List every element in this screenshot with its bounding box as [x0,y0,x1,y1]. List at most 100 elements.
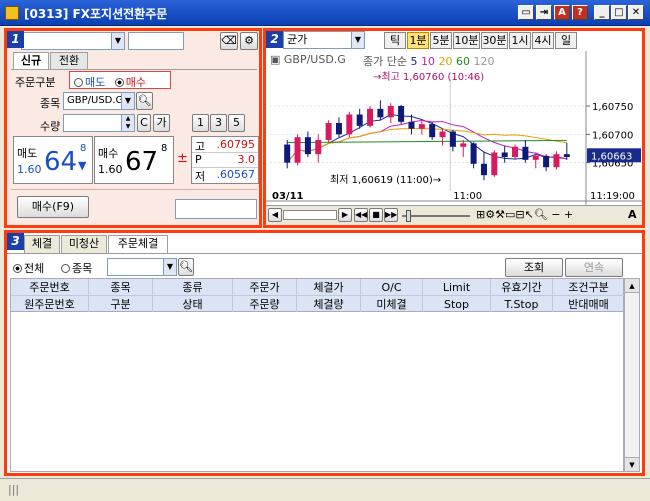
eraser-icon[interactable]: ⌫ [220,32,238,50]
qty-preset-5[interactable]: 5 [228,114,245,132]
tab-order-fills[interactable]: 주문체결 [108,235,168,253]
grid-header-cell[interactable]: 체결가 [297,279,361,296]
grid-header-cell[interactable]: 주문가 [233,279,297,296]
order-grid-body[interactable] [10,312,624,472]
order-message-field[interactable] [175,199,257,219]
zoom-slider-thumb[interactable] [406,210,411,222]
status-bar: ||| [0,478,650,501]
qty-stepper[interactable]: ▲ ▼ [121,115,134,131]
candle-body [470,143,477,164]
price-type-select[interactable]: 균가 ▼ [283,31,365,49]
qty-preset-3[interactable]: 3 [210,114,227,132]
filter-symbol-select[interactable]: ▼ [107,258,177,276]
link-window-button[interactable]: ▭ [518,5,534,20]
y-tick-label: 1,60750 [592,102,633,113]
minimize-button[interactable]: _ [594,5,610,20]
buy-quote-box[interactable]: 매수 1.60 67 8 [94,136,174,184]
grid-header-cell[interactable]: Stop [423,296,491,313]
symbol-search-icon[interactable]: 🔍︎ [136,92,153,110]
title-bar: [0313] FX포지션전환주문 ▭ ⇥ A ? _ □ ✕ [0,0,650,26]
grid-header-cell[interactable]: 반대매매 [553,296,625,313]
high-value: .60795 [216,138,256,151]
period-30min-button[interactable]: 30분 [481,32,508,49]
scroll-down-icon[interactable]: ▼ [625,457,639,471]
current-price-label: 1,60663 [591,151,632,162]
period-4h-button[interactable]: 4시 [532,32,554,49]
rewind-icon[interactable]: ◀◀ [354,208,368,222]
filter-all-radio[interactable]: 전체 [13,260,44,276]
tab-new[interactable]: 신규 [13,52,49,70]
tab-open-positions[interactable]: 미청산 [61,235,107,253]
x-tick-label: 11:19:00 [590,191,635,202]
forward-icon[interactable]: ▶▶ [384,208,398,222]
buy-order-button[interactable]: 매수(F9) [17,196,89,218]
period-tick-button[interactable]: 틱 [384,32,406,49]
chart-scrollbar[interactable] [283,210,337,220]
grid-header-cell[interactable]: 조건구분 [553,279,625,296]
chevron-down-icon[interactable]: ▼ [121,93,134,109]
price-button[interactable]: 가 [153,114,170,132]
period-day-button[interactable]: 일 [555,32,577,49]
grid-header-cell[interactable]: Limit [423,279,491,296]
symbol-label: 종목 [40,97,61,110]
account-name-field[interactable] [128,32,184,50]
chevron-down-icon[interactable]: ▼ [163,259,176,275]
grid-header-cell[interactable]: 원주문번호 [11,296,89,313]
close-button[interactable]: ✕ [628,5,644,20]
scroll-up-icon[interactable]: ▲ [625,279,639,293]
legend-ma-5: 5 [410,55,418,68]
settings-gear-icon[interactable]: ⚙ [240,32,258,50]
grid-header-cell[interactable]: 유효기간 [491,279,553,296]
period-10min-button[interactable]: 10분 [453,32,480,49]
sell-quote-big: 64 [44,147,78,177]
grid-header-cell[interactable]: 주문번호 [11,279,89,296]
grid-header-cell[interactable]: 종목 [89,279,153,296]
tab-divider [7,253,642,254]
chart-tool-icons[interactable]: ⊞⚙⚒▭⊟↖🔍︎ − + [476,208,573,221]
grid-header-cell[interactable]: 주문량 [233,296,297,313]
grid-header-cell[interactable]: 종류 [153,279,233,296]
tab-filled[interactable]: 체결 [24,235,60,253]
clear-qty-button[interactable]: C [137,114,151,132]
qty-input[interactable]: ▲ ▼ [63,114,135,132]
grid-header-cell[interactable]: 미체결 [361,296,423,313]
help-button[interactable]: ? [572,5,588,20]
continue-button[interactable]: 연속 [565,258,623,277]
stop-icon[interactable]: ■ [369,208,383,222]
sell-radio[interactable]: 매도 [74,76,105,89]
period-1h-button[interactable]: 1시 [509,32,531,49]
tab-divider [11,69,257,70]
filter-symbol-radio[interactable]: 종목 [61,260,92,276]
buy-radio[interactable]: 매수 [114,76,146,89]
account-select[interactable]: ▼ [21,32,125,50]
chevron-down-icon[interactable]: ▼ [351,32,364,48]
scroll-right-icon[interactable]: ▶ [338,208,352,222]
qty-preset-1[interactable]: 1 [192,114,209,132]
candle-body [387,106,394,118]
query-button[interactable]: 조회 [505,258,563,277]
order-divider [11,189,257,190]
grid-header-cell[interactable]: 구분 [89,296,153,313]
candle-body [284,144,291,163]
text-tool-icon[interactable]: A [628,208,637,221]
panel-number-3: 3 [7,233,24,250]
grid-header-cell[interactable]: 체결량 [297,296,361,313]
order-entry-panel: 1 ▼ ⌫ ⚙ 신규 전환 주문구분 매도 매수 종목 GBP/USD.G ▼ … [4,28,262,228]
grid-header-cell[interactable]: T.Stop [491,296,553,313]
symbol-select[interactable]: GBP/USD.G ▼ [63,92,135,110]
sell-quote-box[interactable]: 매도 1.60 64 8 ▼ [13,136,93,184]
filter-search-icon[interactable]: 🔍︎ [178,258,194,276]
chevron-down-icon[interactable]: ▼ [111,33,124,49]
candle-body [512,146,519,157]
zoom-slider[interactable] [402,215,470,217]
pin-button[interactable]: ⇥ [536,5,552,20]
period-5min-button[interactable]: 5분 [430,32,452,49]
tab-convert[interactable]: 전환 [50,52,88,70]
period-1min-button[interactable]: 1분 [407,32,429,49]
grid-vertical-scrollbar[interactable]: ▲ ▼ [624,278,640,472]
maximize-button[interactable]: □ [611,5,627,20]
font-button[interactable]: A [554,5,570,20]
scroll-left-icon[interactable]: ◀ [268,208,282,222]
grid-header-cell[interactable]: 상태 [153,296,233,313]
grid-header-cell[interactable]: O/C [361,279,423,296]
